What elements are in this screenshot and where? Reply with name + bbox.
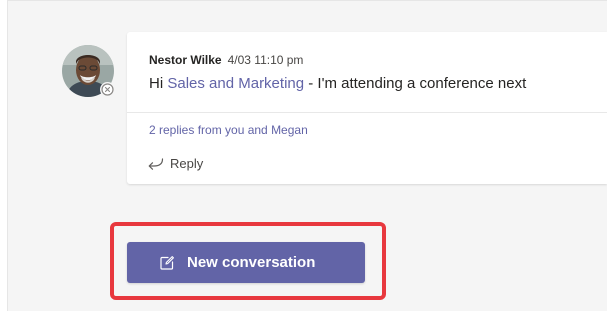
new-conversation-button[interactable]: New conversation <box>127 242 365 283</box>
message-greeting: Hi <box>149 75 168 92</box>
presence-status-icon <box>100 82 115 97</box>
message-card: Nestor Wilke 4/03 11:10 pm Hi Sales and M… <box>127 32 607 184</box>
reply-arrow-icon <box>147 157 170 171</box>
channel-mention[interactable]: Sales and Marketing <box>167 75 304 92</box>
author-name[interactable]: Nestor Wilke <box>149 53 222 67</box>
message-header: Nestor Wilke 4/03 11:10 pm <box>149 53 303 67</box>
new-conversation-label: New conversation <box>187 254 316 271</box>
message-body: Hi Sales and Marketing - I'm attending a… <box>149 75 526 92</box>
replies-summary-link[interactable]: 2 replies from you and Megan <box>149 123 308 137</box>
message-timestamp: 4/03 11:10 pm <box>227 53 304 67</box>
message-text: - I'm attending a conference next <box>304 75 527 92</box>
reply-label: Reply <box>170 156 204 171</box>
message-divider <box>127 112 607 113</box>
reply-button[interactable]: Reply <box>147 156 203 171</box>
compose-icon <box>159 255 187 271</box>
